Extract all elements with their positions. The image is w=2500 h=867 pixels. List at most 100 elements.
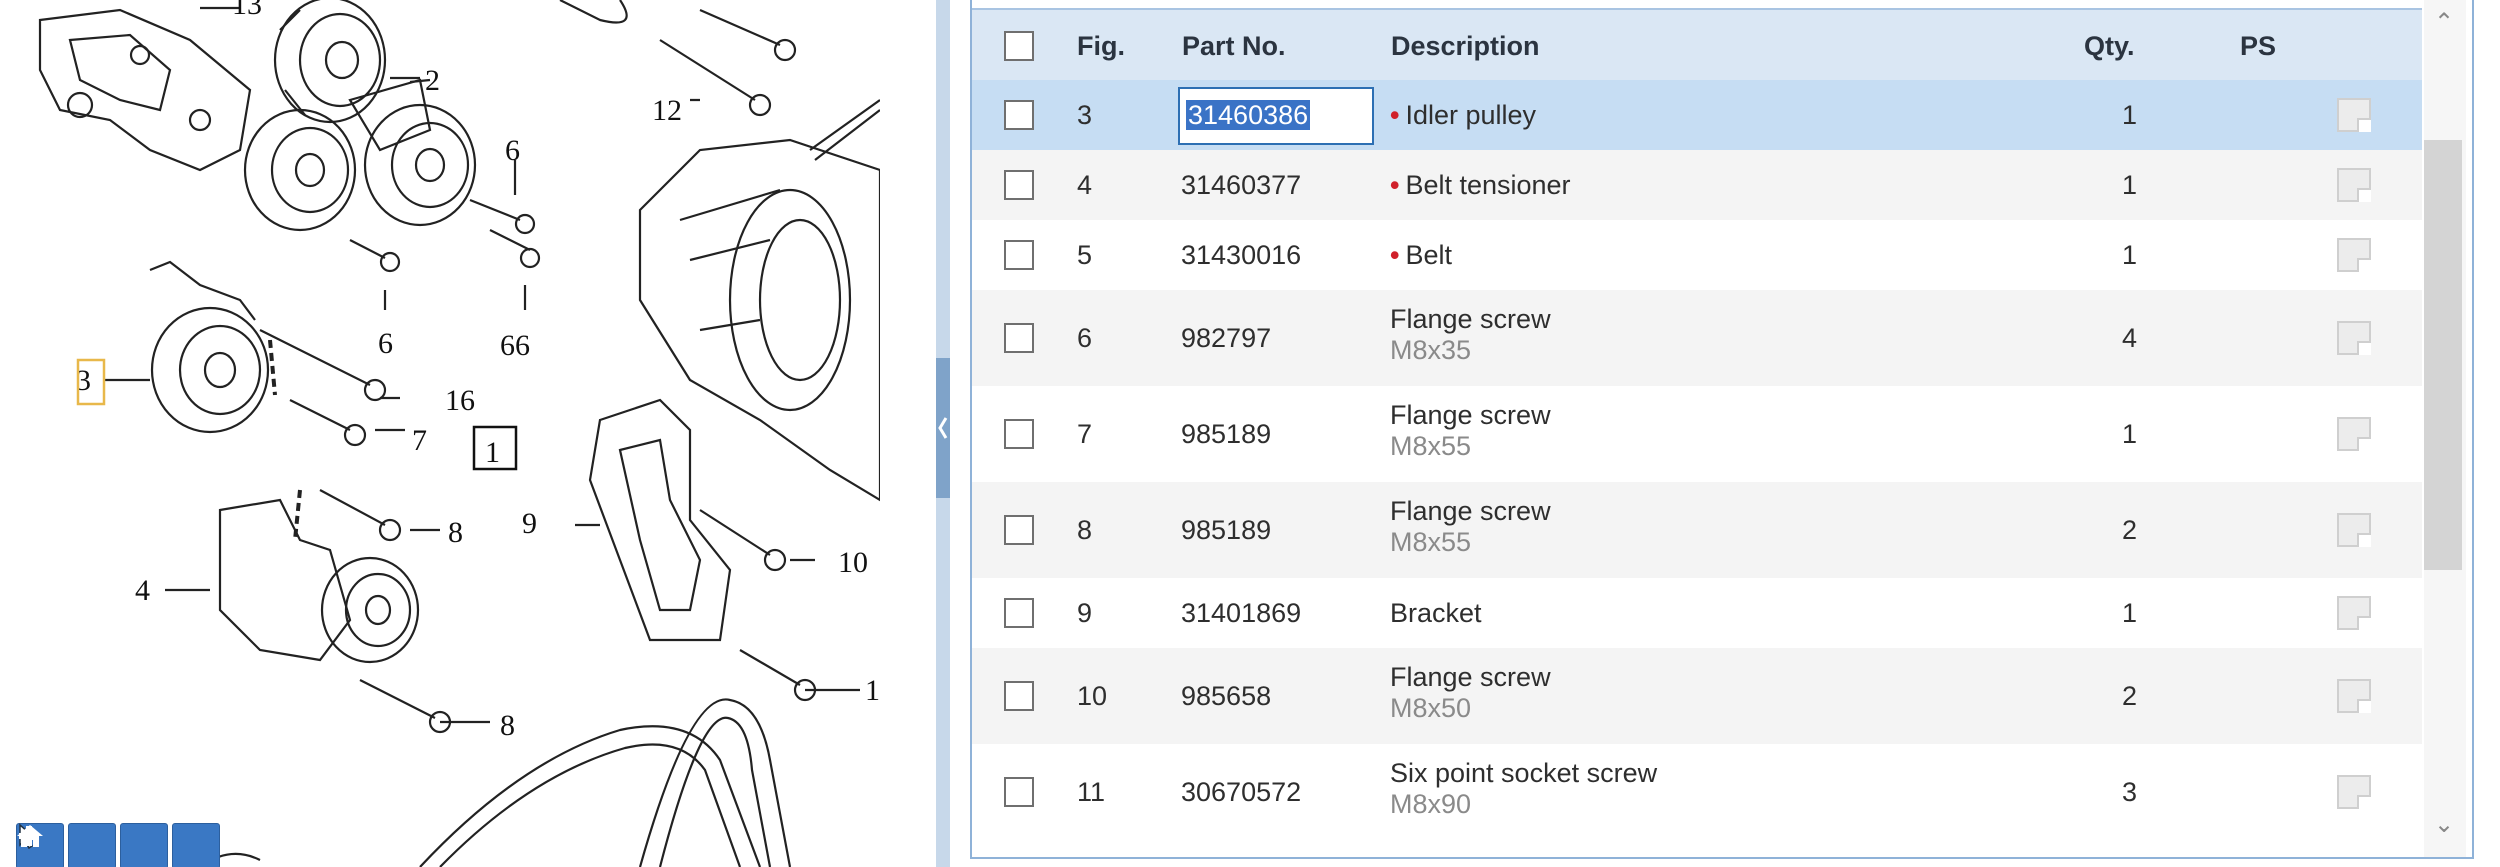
description-spec: M8x35 xyxy=(1390,335,1472,365)
qty-cell: 1 xyxy=(2122,598,2138,628)
part-no-cell[interactable]: 31401869 xyxy=(1181,598,1301,629)
table-row[interactable]: 7 985189 Flange screw M8x55 1 xyxy=(972,386,2422,482)
exploded-view-drawing: 13 2 12 6 6 6 6 3 16 7 1 9 10 1 4 8 8 xyxy=(38,0,880,867)
fig-cell: 3 xyxy=(1077,100,1093,130)
callout-label: 8 xyxy=(448,516,463,549)
table-row[interactable]: 6 982797 Flange screw M8x35 4 xyxy=(972,290,2422,386)
table-row[interactable]: 4 31460377 • Belt tensioner 1 xyxy=(972,150,2422,220)
scrollbar-thumb[interactable] xyxy=(2424,140,2462,570)
description-cell: • Belt xyxy=(1390,240,1452,271)
callout-label: 13 xyxy=(232,0,262,21)
description-text: Flange screw xyxy=(1390,662,1551,692)
note-icon[interactable] xyxy=(2337,238,2371,272)
header-qty[interactable]: Qty. xyxy=(2084,10,2135,82)
fig-cell: 7 xyxy=(1077,419,1093,449)
qty-cell: 2 xyxy=(2122,515,2138,545)
description-cell: Flange screw M8x55 xyxy=(1390,400,1551,462)
row-checkbox[interactable] xyxy=(1004,515,1034,545)
note-icon[interactable] xyxy=(2337,775,2371,809)
table-row[interactable]: 3 31460386 • Idler pulley 1 xyxy=(972,80,2422,150)
table-row[interactable]: 11 30670572 Six point socket screw M8x90 3 xyxy=(972,744,2422,840)
fig-cell: 6 xyxy=(1077,323,1093,353)
description-text: Six point socket screw xyxy=(1390,758,1658,788)
row-checkbox[interactable] xyxy=(1004,777,1034,807)
part-no-cell[interactable]: 982797 xyxy=(1181,323,1271,354)
part-no-cell[interactable]: 30670572 xyxy=(1181,777,1301,808)
diagram-toolbar xyxy=(16,823,220,867)
callout-label: 6 xyxy=(515,329,530,362)
description-text: Flange screw xyxy=(1390,304,1551,334)
row-checkbox[interactable] xyxy=(1004,170,1034,200)
note-icon[interactable] xyxy=(2337,417,2371,451)
part-no-cell[interactable]: 31430016 xyxy=(1181,240,1301,271)
qty-cell: 4 xyxy=(2122,323,2138,353)
scroll-up-icon[interactable]: ⌃ xyxy=(2434,8,2454,37)
note-icon[interactable] xyxy=(2337,513,2371,547)
description-text: Flange screw xyxy=(1390,496,1551,526)
note-icon[interactable] xyxy=(2337,168,2371,202)
description-cell: Flange screw M8x50 xyxy=(1390,662,1551,724)
fig-cell: 5 xyxy=(1077,240,1093,270)
part-no-cell[interactable]: 985189 xyxy=(1181,515,1271,546)
table-header: Fig. Part No. Description Qty. PS xyxy=(972,8,2422,83)
description-cell: Flange screw M8x35 xyxy=(1390,304,1551,366)
zoom-in-icon[interactable] xyxy=(19,823,116,867)
row-checkbox[interactable] xyxy=(1004,100,1034,130)
description-spec: M8x55 xyxy=(1390,431,1472,461)
table-row[interactable]: 8 985189 Flange screw M8x55 2 xyxy=(972,482,2422,578)
row-checkbox[interactable] xyxy=(1004,323,1034,353)
header-ps[interactable]: PS xyxy=(2240,10,2276,82)
fig-cell: 9 xyxy=(1077,598,1093,628)
row-checkbox[interactable] xyxy=(1004,240,1034,270)
callout-label: 10 xyxy=(838,546,868,579)
part-no-cell[interactable]: 985658 xyxy=(1181,681,1271,712)
note-icon[interactable] xyxy=(2337,321,2371,355)
header-description[interactable]: Description xyxy=(1391,10,1540,82)
bullet-icon: • xyxy=(1390,240,1400,270)
splitter-collapse-handle[interactable] xyxy=(936,358,950,498)
callout-label: 1 xyxy=(865,674,880,707)
part-no-cell[interactable]: 31460377 xyxy=(1181,170,1301,201)
parts-diagram[interactable]: 13 2 12 6 6 6 6 3 16 7 1 9 10 1 4 8 8 xyxy=(0,0,880,867)
callout-label: 2 xyxy=(425,64,440,97)
qty-cell: 1 xyxy=(2122,240,2138,270)
zoom-out-icon[interactable] xyxy=(19,823,168,867)
fig-cell: 11 xyxy=(1077,777,1106,807)
note-icon[interactable] xyxy=(2337,596,2371,630)
note-icon[interactable] xyxy=(2337,98,2371,132)
callout-label: 6 xyxy=(505,134,520,167)
table-row[interactable]: 5 31430016 • Belt 1 xyxy=(972,220,2422,290)
parts-list-panel: Fig. Part No. Description Qty. PS 3 3146… xyxy=(970,0,2474,859)
description-cell: Six point socket screw M8x90 xyxy=(1390,758,1657,820)
description-cell: • Belt tensioner xyxy=(1390,170,1571,201)
description-text: Flange screw xyxy=(1390,400,1551,430)
description-cell: Flange screw M8x55 xyxy=(1390,496,1551,558)
description-spec: M8x90 xyxy=(1390,789,1472,819)
fig-cell: 10 xyxy=(1077,681,1108,711)
row-checkbox[interactable] xyxy=(1004,681,1034,711)
table-row[interactable]: 9 31401869 Bracket 1 xyxy=(972,578,2422,648)
select-all-checkbox[interactable] xyxy=(1004,31,1034,61)
callout-label: 16 xyxy=(445,384,475,417)
callout-label: 12 xyxy=(652,94,682,127)
table-row[interactable]: 10 985658 Flange screw M8x50 2 xyxy=(972,648,2422,744)
home-icon[interactable] xyxy=(17,823,220,867)
bullet-icon: • xyxy=(1390,170,1400,200)
description-text: Idler pulley xyxy=(1405,100,1537,130)
qty-cell: 1 xyxy=(2122,100,2138,130)
header-part-no[interactable]: Part No. xyxy=(1182,10,1286,82)
callout-label: 1 xyxy=(485,436,500,469)
description-spec: M8x55 xyxy=(1390,527,1472,557)
row-checkbox[interactable] xyxy=(1004,598,1034,628)
qty-cell: 1 xyxy=(2122,419,2138,449)
description-spec: M8x50 xyxy=(1390,693,1472,723)
note-icon[interactable] xyxy=(2337,679,2371,713)
description-text: Bracket xyxy=(1390,598,1482,628)
callout-label: 7 xyxy=(412,424,427,457)
part-no-input[interactable]: 31460386 xyxy=(1178,87,1374,145)
header-fig[interactable]: Fig. xyxy=(1077,10,1125,82)
part-no-cell[interactable]: 985189 xyxy=(1181,419,1271,450)
scroll-down-icon[interactable]: ⌄ xyxy=(2434,810,2454,839)
row-checkbox[interactable] xyxy=(1004,419,1034,449)
description-cell: • Idler pulley xyxy=(1390,100,1536,131)
